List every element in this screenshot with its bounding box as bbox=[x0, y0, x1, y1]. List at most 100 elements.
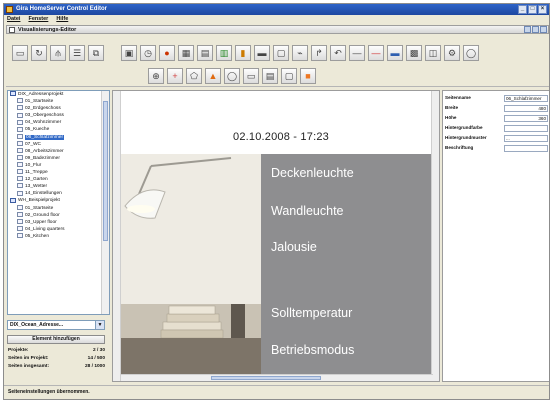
close-button[interactable]: × bbox=[538, 5, 547, 14]
chevron-down-icon[interactable]: ▼ bbox=[95, 321, 104, 329]
tree-page-item[interactable]: 13_Wetter bbox=[8, 183, 109, 190]
tree-project-node[interactable]: WH_Beispielprojekt bbox=[8, 197, 109, 204]
property-value-field[interactable]: ... bbox=[504, 134, 548, 142]
panel-button[interactable]: ▤ bbox=[262, 68, 278, 84]
label-betriebsmodus[interactable]: Betriebsmodus bbox=[271, 343, 354, 357]
maximize-button[interactable]: □ bbox=[528, 5, 537, 14]
page-tree[interactable]: DIX_Adressenprojekt 01_Startseite 02_Erdge… bbox=[7, 90, 110, 315]
tree-page-item[interactable]: 01_Startseite bbox=[8, 204, 109, 212]
copy-button[interactable]: ⧉ bbox=[88, 45, 104, 61]
select-button[interactable]: ⊕ bbox=[148, 68, 164, 84]
label-solltemperatur[interactable]: Solltemperatur bbox=[271, 306, 352, 320]
tree-item-label: 12_Garten bbox=[25, 177, 48, 183]
room-photo[interactable] bbox=[121, 154, 261, 376]
plus-button[interactable]: + bbox=[167, 68, 183, 84]
triangle-button[interactable]: ▲ bbox=[205, 68, 221, 84]
circle-button[interactable]: ● bbox=[159, 45, 175, 61]
orange-square-icon: ■ bbox=[305, 70, 311, 81]
tree-page-item[interactable]: 07_WC bbox=[8, 140, 109, 148]
undo-button[interactable]: ↶ bbox=[330, 45, 346, 61]
polygon-button[interactable]: ⬠ bbox=[186, 68, 202, 84]
image-button[interactable]: ▣ bbox=[121, 45, 137, 61]
window-button[interactable]: ▢ bbox=[273, 45, 289, 61]
new-page-button[interactable]: ▭ bbox=[12, 45, 28, 61]
line-red-button[interactable]: — bbox=[368, 45, 384, 61]
plus-icon: + bbox=[172, 70, 178, 81]
orange-square-button[interactable]: ■ bbox=[300, 68, 316, 84]
project-select[interactable]: DIX_Ocean_Adresse... ▼ bbox=[7, 320, 105, 330]
control-panel[interactable]: Deckenleuchte Wandleuchte Jalousie Sollt… bbox=[261, 154, 433, 376]
subwindow-close-button[interactable] bbox=[540, 26, 547, 33]
link-button[interactable]: ⌁ bbox=[292, 45, 308, 61]
property-value-field[interactable]: 06_Schlafzimmer bbox=[504, 94, 548, 102]
canvas-right-scrollbar[interactable] bbox=[431, 91, 439, 381]
video-button[interactable]: ▩ bbox=[406, 45, 422, 61]
plugin-button[interactable]: ⚙ bbox=[444, 45, 460, 61]
page-icon bbox=[17, 133, 23, 139]
menu-fenster[interactable]: Fenster bbox=[28, 15, 48, 24]
line-button[interactable]: — bbox=[349, 45, 365, 61]
tree-page-item[interactable]: 06_Schlafzimmer bbox=[8, 133, 109, 141]
tree-page-item[interactable]: 02_Ground floor bbox=[8, 211, 109, 219]
property-label: Seitenname bbox=[445, 95, 471, 100]
menu-datei[interactable]: Datei bbox=[7, 15, 20, 24]
split-button[interactable]: ⫛ bbox=[50, 45, 66, 61]
property-value-field[interactable] bbox=[504, 144, 548, 152]
tree-page-item[interactable]: 01_Startseite bbox=[8, 98, 109, 105]
property-value-field[interactable] bbox=[504, 124, 548, 132]
list-button[interactable]: ☰ bbox=[69, 45, 85, 61]
tree-page-item[interactable]: 05_Kueche bbox=[8, 126, 109, 133]
tree-page-item[interactable]: 12_Garten bbox=[8, 176, 109, 183]
tree-project-node[interactable]: DIX_Adressenprojekt bbox=[8, 91, 109, 98]
label-jalousie[interactable]: Jalousie bbox=[271, 240, 317, 254]
tree-page-item[interactable]: 14_Einstellungen bbox=[8, 190, 109, 197]
tree-page-item[interactable]: 08_Arbeitszimmer bbox=[8, 147, 109, 155]
tree-page-item[interactable]: 03_Obergeschoss bbox=[8, 112, 109, 119]
property-label: Höhe bbox=[445, 115, 457, 120]
tree-page-item[interactable]: 03_Upper floor bbox=[8, 218, 109, 226]
window-button[interactable]: ▢ bbox=[281, 68, 297, 84]
bluebar-button[interactable]: ▬ bbox=[387, 45, 403, 61]
arrow-button[interactable]: ↱ bbox=[311, 45, 327, 61]
label-deckenleuchte[interactable]: Deckenleuchte bbox=[271, 166, 354, 180]
minimize-button[interactable]: _ bbox=[518, 5, 527, 14]
tree-page-item[interactable]: 02_Erdgeschoss bbox=[8, 105, 109, 112]
design-canvas[interactable]: 02.10.2008 - 17:23 Deckenleuchte Wandleu… bbox=[112, 90, 440, 382]
property-label: Breite bbox=[445, 105, 459, 110]
clock-button[interactable]: ◷ bbox=[140, 45, 156, 61]
tree-page-item[interactable]: 04_Wohnzimmer bbox=[8, 119, 109, 126]
tree-page-item[interactable]: 04_Living quarters bbox=[8, 226, 109, 233]
tree-page-item[interactable]: 05_Kitchen bbox=[8, 233, 109, 240]
canvas-horizontal-scrollbar[interactable] bbox=[121, 374, 433, 381]
info-button[interactable]: ◯ bbox=[463, 45, 479, 61]
table-button[interactable]: ▤ bbox=[197, 45, 213, 61]
menu-hilfe[interactable]: Hilfe bbox=[56, 15, 68, 24]
line-red-icon: — bbox=[371, 47, 381, 58]
slider-button[interactable]: ▬ bbox=[254, 45, 270, 61]
app-icon bbox=[6, 6, 13, 13]
ellipse-button[interactable]: ◯ bbox=[224, 68, 240, 84]
refresh-button[interactable]: ↻ bbox=[31, 45, 47, 61]
rect-button[interactable]: ▭ bbox=[243, 68, 259, 84]
page-icon bbox=[17, 190, 23, 196]
tree-item-label: 03_Upper floor bbox=[25, 219, 57, 225]
tree-page-item[interactable]: 10_Flur bbox=[8, 162, 109, 169]
property-row: Seitenname 06_Schlafzimmer bbox=[444, 94, 549, 102]
add-element-button[interactable]: Element hinzufügen bbox=[7, 335, 105, 344]
property-value-field[interactable]: 360 bbox=[504, 114, 548, 122]
canvas-left-scrollbar[interactable] bbox=[113, 91, 121, 381]
page-icon bbox=[17, 218, 23, 224]
tree-page-item[interactable]: 11_Treppe bbox=[8, 169, 109, 176]
tree-page-item[interactable]: 09_Badezimmer bbox=[8, 155, 109, 162]
subwindow-minimize-button[interactable] bbox=[524, 26, 531, 33]
chart-button[interactable]: ▥ bbox=[216, 45, 232, 61]
subwindow-maximize-button[interactable] bbox=[532, 26, 539, 33]
frame-button[interactable]: ◫ bbox=[425, 45, 441, 61]
bar-button[interactable]: ▮ bbox=[235, 45, 251, 61]
line-icon: — bbox=[352, 47, 362, 58]
datetime-display[interactable]: 02.10.2008 - 17:23 bbox=[233, 131, 329, 143]
tree-scrollbar[interactable] bbox=[101, 91, 109, 314]
label-wandleuchte[interactable]: Wandleuchte bbox=[271, 204, 344, 218]
grid-button[interactable]: ▦ bbox=[178, 45, 194, 61]
property-value-field[interactable]: 480 bbox=[504, 104, 548, 112]
